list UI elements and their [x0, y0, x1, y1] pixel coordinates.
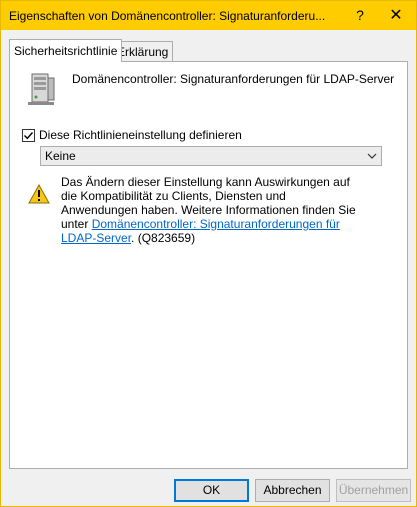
dropdown-selected-value: Keine [45, 149, 76, 163]
chevron-down-icon [367, 150, 377, 164]
server-icon [24, 72, 60, 108]
properties-dialog: Eigenschaften von Domänencontroller: Sig… [0, 0, 417, 507]
close-button[interactable]: ✕ [377, 1, 415, 30]
checkmark-icon [24, 131, 34, 139]
define-setting-checkbox[interactable] [22, 128, 35, 142]
apply-button[interactable]: Übernehmen [336, 479, 411, 502]
policy-help-link[interactable]: Domänencontroller: Signaturanforderungen… [61, 217, 340, 245]
warning-text-suffix: . (Q823659) [131, 231, 196, 245]
define-setting-label[interactable]: Diese Richtlinieneinstellung definieren [39, 128, 242, 142]
ok-button[interactable]: OK [174, 479, 249, 502]
warning-message: Das Ändern dieser Einstellung kann Auswi… [61, 175, 361, 245]
title-bar[interactable]: Eigenschaften von Domänencontroller: Sig… [1, 1, 416, 30]
warning-icon [28, 183, 50, 204]
tab-panel: Domänencontroller: Signaturanforderungen… [9, 61, 408, 469]
tab-sicherheitsrichtlinie[interactable]: Sicherheitsrichtlinie [9, 39, 123, 62]
policy-name: Domänencontroller: Signaturanforderungen… [72, 72, 395, 86]
signing-requirement-dropdown[interactable]: Keine [40, 146, 382, 166]
define-setting-row[interactable]: Diese Richtlinieneinstellung definieren [22, 128, 242, 142]
help-button[interactable]: ? [345, 1, 375, 30]
cancel-button[interactable]: Abbrechen [255, 479, 330, 502]
window-title: Eigenschaften von Domänencontroller: Sig… [9, 9, 326, 23]
